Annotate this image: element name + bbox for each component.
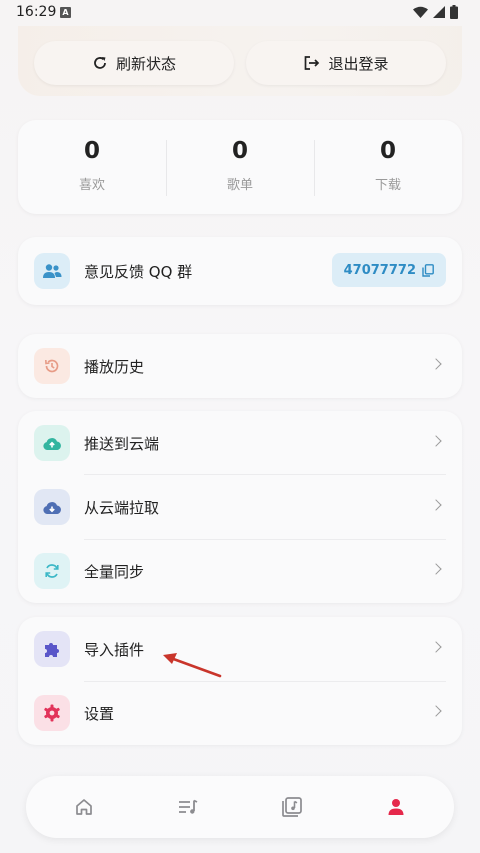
chevron-right-icon xyxy=(430,358,442,370)
menu-item-push[interactable]: 推送到云端 xyxy=(18,411,462,475)
refresh-label: 刷新状态 xyxy=(115,54,176,73)
tab-playlist[interactable] xyxy=(176,795,200,819)
stats-card: 0 喜欢 0 歌单 0 下载 xyxy=(18,120,462,214)
feedback-label: 意见反馈 QQ 群 xyxy=(84,263,193,281)
feedback-card: 意见反馈 QQ 群 47077772 xyxy=(18,237,462,305)
wifi-icon xyxy=(413,6,428,18)
menu-item-sync[interactable]: 全量同步 xyxy=(18,539,462,603)
menu-label-import-plugin: 导入插件 xyxy=(84,640,145,659)
settings-gear-icon xyxy=(34,695,70,731)
playlist-icon xyxy=(179,799,198,814)
stat-value: 0 xyxy=(231,138,248,164)
logout-icon xyxy=(305,56,320,70)
cloud-upload-icon xyxy=(34,425,70,461)
puzzle-icon xyxy=(34,631,70,667)
menu-item-pull[interactable]: 从云端拉取 xyxy=(18,475,462,539)
chevron-right-icon xyxy=(430,499,442,511)
notification-icon: A xyxy=(60,7,71,18)
chevron-right-icon xyxy=(430,705,442,717)
stat-downloads[interactable]: 0 下载 xyxy=(314,120,462,214)
cloud-download-icon xyxy=(34,489,70,525)
stat-playlists[interactable]: 0 歌单 xyxy=(166,120,314,214)
chevron-right-icon xyxy=(430,563,442,575)
menu-label-pull: 从云端拉取 xyxy=(84,498,160,517)
status-icons xyxy=(413,5,458,19)
profile-icon xyxy=(388,799,404,815)
menu-label-settings: 设置 xyxy=(84,704,115,723)
copy-icon xyxy=(422,263,434,277)
logout-button[interactable]: 退出登录 xyxy=(246,41,446,85)
menu-item-settings[interactable]: 设置 xyxy=(18,681,462,745)
chevron-right-icon xyxy=(430,435,442,447)
bottom-tab-bar xyxy=(26,776,454,838)
stat-value: 0 xyxy=(379,138,396,164)
sync-icon xyxy=(34,553,70,589)
stat-label: 喜欢 xyxy=(78,178,105,193)
history-icon xyxy=(34,348,70,384)
stat-value: 0 xyxy=(83,138,100,164)
menu-label-history: 播放历史 xyxy=(84,357,145,376)
chevron-right-icon xyxy=(430,641,442,653)
stat-label: 下载 xyxy=(374,178,401,193)
tab-home[interactable] xyxy=(72,795,96,819)
menu-item-import-plugin[interactable]: 导入插件 xyxy=(18,617,462,681)
stat-label: 歌单 xyxy=(226,178,253,193)
home-icon xyxy=(76,799,92,815)
status-time: 16:29 xyxy=(16,4,57,20)
menu-item-history[interactable]: 播放历史 xyxy=(18,334,462,398)
logout-label: 退出登录 xyxy=(328,54,389,73)
signal-icon xyxy=(433,6,445,18)
battery-icon xyxy=(450,5,458,19)
refresh-icon xyxy=(94,57,106,69)
qq-number: 47077772 xyxy=(343,262,416,278)
stat-likes[interactable]: 0 喜欢 xyxy=(18,120,166,214)
tab-library[interactable] xyxy=(280,795,304,819)
library-icon xyxy=(282,797,302,817)
menu-label-push: 推送到云端 xyxy=(84,434,160,453)
refresh-button[interactable]: 刷新状态 xyxy=(34,41,234,85)
group-icon xyxy=(34,253,70,289)
menu-label-sync: 全量同步 xyxy=(84,562,145,581)
tab-profile[interactable] xyxy=(384,795,408,819)
qq-copy-button[interactable]: 47077772 xyxy=(331,253,446,287)
status-bar: 16:29 A xyxy=(0,0,480,26)
